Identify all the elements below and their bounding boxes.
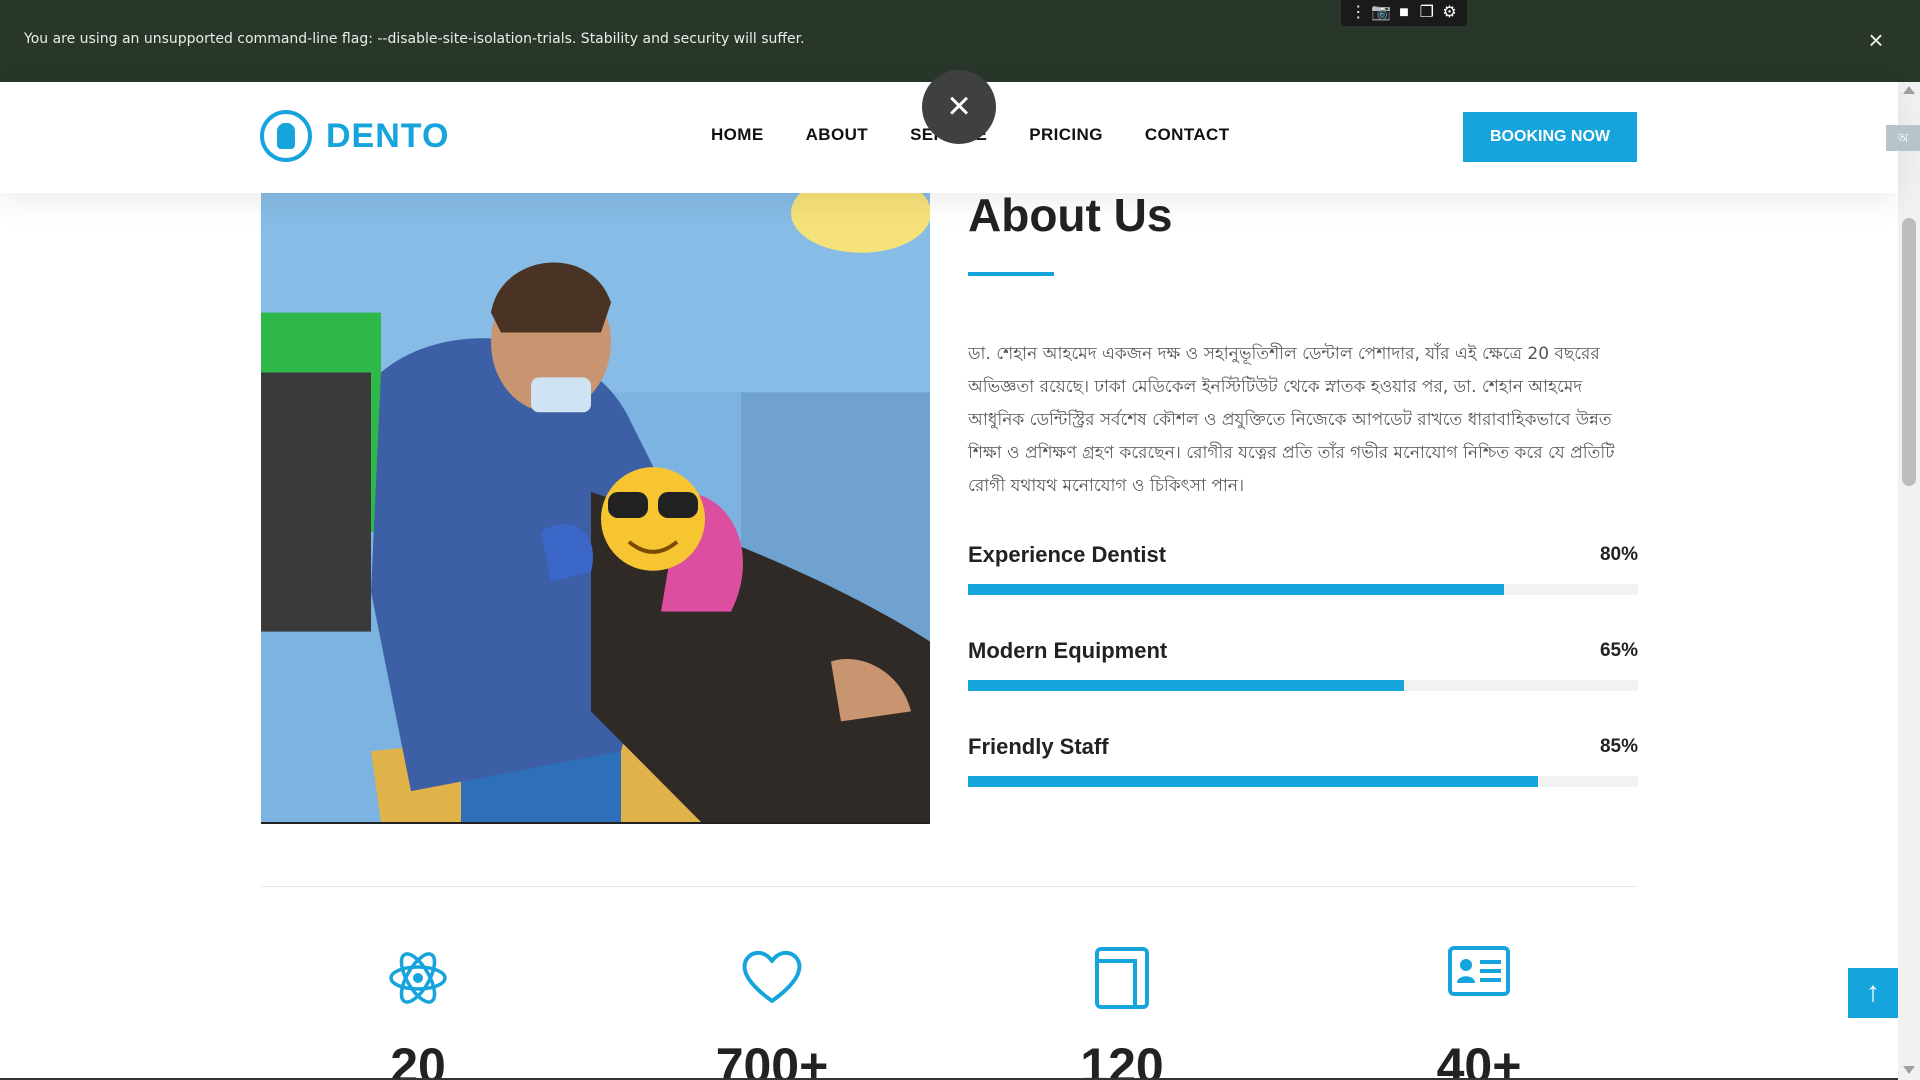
grip-icon[interactable]: ⋮ [1347, 0, 1369, 26]
scroll-up-icon[interactable] [1903, 86, 1915, 94]
booking-now-button[interactable]: BOOKING NOW [1463, 112, 1637, 162]
stat-patients: 700+ [672, 945, 872, 1080]
site-logo[interactable]: DENTO [260, 110, 449, 162]
skill-label: Friendly Staff [968, 734, 1109, 759]
page-scrollbar[interactable] [1898, 82, 1920, 1080]
skill-friendly-staff: Friendly Staff 85% [968, 734, 1638, 787]
tooth-logo-icon [260, 110, 312, 162]
heart-icon [742, 951, 802, 1003]
skill-percent: 65% [1599, 640, 1638, 661]
skill-progress-track [968, 776, 1638, 787]
stat-cases: 120 [1022, 945, 1222, 1080]
scroll-thumb[interactable] [1902, 218, 1916, 486]
atom-icon [389, 952, 447, 1004]
nav-about[interactable]: ABOUT [806, 125, 868, 145]
gear-icon[interactable]: ⚙ [1439, 0, 1461, 26]
stat-number: 40+ [1436, 1038, 1522, 1080]
title-underline [968, 272, 1054, 276]
skill-percent: 85% [1599, 736, 1638, 757]
stat-number: 20 [390, 1038, 446, 1080]
dentist-photo [261, 193, 930, 824]
section-divider [261, 886, 1638, 887]
skill-experience-dentist: Experience Dentist 80% [968, 542, 1638, 595]
skill-label: Modern Equipment [968, 638, 1168, 663]
skill-modern-equipment: Modern Equipment 65% [968, 638, 1638, 691]
skill-progress-fill [968, 680, 1404, 691]
document-icon [1095, 947, 1149, 1009]
infobar-close-icon[interactable]: × [1862, 26, 1890, 54]
stat-number: 700+ [715, 1038, 829, 1080]
about-title: About Us [968, 189, 1173, 241]
scroll-down-icon[interactable] [1903, 1066, 1915, 1074]
skill-label: Experience Dentist [968, 542, 1167, 567]
logo-text: DENTO [326, 116, 450, 155]
overlay-close-icon[interactable]: × [922, 70, 996, 144]
language-tab[interactable]: অ [1886, 125, 1920, 151]
back-to-top-button[interactable]: ↑ [1848, 968, 1898, 1018]
skill-progress-fill [968, 584, 1504, 595]
about-description: ডা. শেহান আহমেদ একজন দক্ষ ও সহানুভূতিশীল… [968, 344, 1615, 496]
infobar-message: You are using an unsupported command-lin… [24, 31, 805, 47]
camera-icon[interactable]: 📷 [1370, 0, 1392, 26]
skill-progress-track [968, 680, 1638, 691]
copy-icon[interactable]: ❐ [1416, 0, 1438, 26]
skill-progress-track [968, 584, 1638, 595]
stat-number: 120 [1080, 1038, 1164, 1080]
stat-staff: 40+ [1379, 945, 1579, 1080]
stat-years: 20 [318, 945, 518, 1080]
id-card-icon [1448, 946, 1510, 996]
skill-progress-fill [968, 776, 1538, 787]
skill-percent: 80% [1599, 544, 1638, 565]
nav-contact[interactable]: CONTACT [1145, 125, 1230, 145]
nav-pricing[interactable]: PRICING [1029, 125, 1103, 145]
video-icon[interactable]: ■ [1393, 0, 1415, 26]
recorder-toolbar: ⋮ 📷 ■ ❐ ⚙ [1341, 0, 1467, 26]
nav-home[interactable]: HOME [711, 125, 764, 145]
